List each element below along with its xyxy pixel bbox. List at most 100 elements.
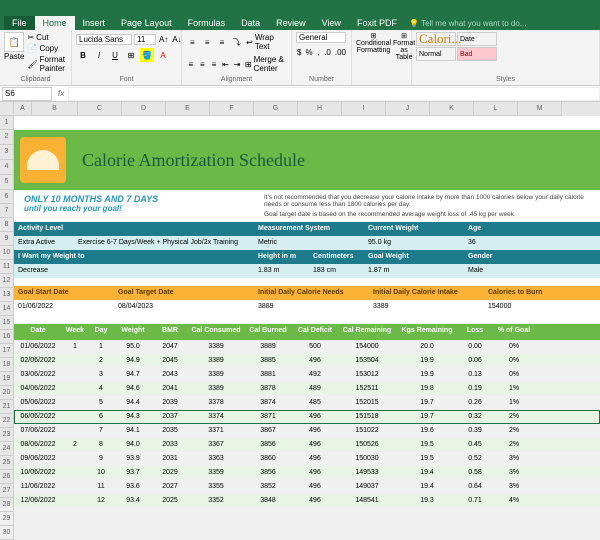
cell[interactable]: 19.7 xyxy=(396,396,458,409)
col-header-M[interactable]: M xyxy=(518,102,562,116)
cell[interactable]: 3359 xyxy=(188,466,244,479)
italic-button[interactable]: I xyxy=(92,48,106,62)
col-header-I[interactable]: I xyxy=(342,102,386,116)
row-header-19[interactable]: 19 xyxy=(0,372,14,386)
tell-me[interactable]: 💡 Tell me what you want to do... xyxy=(405,17,530,30)
goal-target-v[interactable]: 08/04/2023 xyxy=(114,300,254,314)
cell[interactable]: 01/06/2022 xyxy=(14,340,62,353)
cell[interactable]: 94.1 xyxy=(114,424,152,437)
cell[interactable]: 2031 xyxy=(152,452,188,465)
tab-view[interactable]: View xyxy=(314,16,349,30)
cell[interactable]: 19.6 xyxy=(396,424,458,437)
row-header-16[interactable]: 16 xyxy=(0,330,14,344)
cell[interactable] xyxy=(62,494,88,507)
row-header-30[interactable]: 30 xyxy=(0,526,14,540)
row-header-14[interactable]: 14 xyxy=(0,302,14,316)
cell[interactable]: 0.52 xyxy=(458,452,492,465)
cell[interactable]: 152015 xyxy=(338,396,396,409)
col-header-H[interactable]: H xyxy=(298,102,342,116)
cell[interactable]: 151518 xyxy=(338,410,396,423)
cell[interactable] xyxy=(62,382,88,395)
cell[interactable]: 1% xyxy=(492,396,536,409)
cell[interactable]: 19.8 xyxy=(396,382,458,395)
cell[interactable]: 3374 xyxy=(188,410,244,423)
cell[interactable]: 485 xyxy=(292,396,338,409)
cell[interactable]: 153504 xyxy=(338,354,396,367)
cell[interactable]: 09/06/2022 xyxy=(14,452,62,465)
copy-button[interactable]: 📄 Copy xyxy=(26,43,67,54)
cell[interactable]: 19.7 xyxy=(396,410,458,423)
cell[interactable] xyxy=(62,466,88,479)
row-header-28[interactable]: 28 xyxy=(0,498,14,512)
gender-v[interactable]: Male xyxy=(464,264,487,278)
row-header-7[interactable]: 7 xyxy=(0,204,14,218)
cell[interactable]: 19.4 xyxy=(396,480,458,493)
current-weight-v[interactable]: 95.0 kg xyxy=(364,236,464,250)
format-painter-button[interactable]: 🖌 Format Painter xyxy=(26,54,67,74)
cell[interactable]: 0.13 xyxy=(458,368,492,381)
col-header-D[interactable]: D xyxy=(122,102,166,116)
cell[interactable]: 2035 xyxy=(152,424,188,437)
cell[interactable] xyxy=(62,396,88,409)
row-header-25[interactable]: 25 xyxy=(0,456,14,470)
cell[interactable]: 0.39 xyxy=(458,424,492,437)
cell[interactable]: 2027 xyxy=(152,480,188,493)
data-row[interactable]: 11/06/20221193.620273355385249614903719.… xyxy=(14,480,600,494)
col-header-G[interactable]: G xyxy=(254,102,298,116)
cell[interactable]: 1 xyxy=(62,340,88,353)
row-header-11[interactable]: 11 xyxy=(0,260,14,274)
cell[interactable]: 19.3 xyxy=(396,494,458,507)
cal-needs-v[interactable]: 3889 xyxy=(254,300,369,314)
cell[interactable]: 5 xyxy=(88,396,114,409)
cell[interactable]: 11/06/2022 xyxy=(14,480,62,493)
data-row[interactable]: 08/06/20222894.020333367385649615052619.… xyxy=(14,438,600,452)
row-header-24[interactable]: 24 xyxy=(0,442,14,456)
cell[interactable]: 2025 xyxy=(152,494,188,507)
cell[interactable]: 12 xyxy=(88,494,114,507)
tab-data[interactable]: Data xyxy=(233,16,268,30)
comma-button[interactable]: , xyxy=(316,45,322,59)
cell[interactable]: 154000 xyxy=(338,340,396,353)
cell[interactable]: 3852 xyxy=(244,480,292,493)
cell[interactable]: 3389 xyxy=(188,368,244,381)
cell[interactable] xyxy=(62,452,88,465)
row-header-9[interactable]: 9 xyxy=(0,232,14,246)
cell[interactable]: 0.00 xyxy=(458,340,492,353)
col-header-L[interactable]: L xyxy=(474,102,518,116)
goal-start-v[interactable]: 01/06/2022 xyxy=(14,300,114,314)
name-box[interactable] xyxy=(2,87,52,101)
data-row[interactable]: 09/06/2022993.920313363386049615003019.5… xyxy=(14,452,600,466)
inc-decimal-button[interactable]: .0 xyxy=(323,45,332,59)
cell[interactable]: 06/06/2022 xyxy=(14,410,62,423)
cell[interactable]: 149037 xyxy=(338,480,396,493)
align-mid-button[interactable]: ≡ xyxy=(201,35,214,49)
row-header-1[interactable]: 1 xyxy=(0,116,14,130)
cell[interactable]: 496 xyxy=(292,410,338,423)
cell[interactable] xyxy=(62,410,88,423)
cell[interactable]: 19.9 xyxy=(396,354,458,367)
percent-button[interactable]: % xyxy=(304,45,313,59)
cell[interactable]: 3 xyxy=(88,368,114,381)
row-header-27[interactable]: 27 xyxy=(0,484,14,498)
cell[interactable]: 149533 xyxy=(338,466,396,479)
cell[interactable]: 3860 xyxy=(244,452,292,465)
fill-color-button[interactable]: 🪣 xyxy=(140,48,154,62)
cell[interactable]: 7 xyxy=(88,424,114,437)
cell[interactable]: 3363 xyxy=(188,452,244,465)
row-header-22[interactable]: 22 xyxy=(0,414,14,428)
data-row[interactable]: 01/06/20221195.020473389388950015400020.… xyxy=(14,340,600,354)
cell[interactable]: 8 xyxy=(88,438,114,451)
tab-foxit[interactable]: Foxit PDF xyxy=(349,16,405,30)
fx-icon[interactable]: fx xyxy=(54,89,68,98)
cal-burn-v[interactable]: 154000 xyxy=(484,300,515,314)
cell[interactable]: 496 xyxy=(292,354,338,367)
tab-home[interactable]: Home xyxy=(35,16,75,30)
font-size-select[interactable] xyxy=(134,34,156,45)
cell[interactable]: 496 xyxy=(292,466,338,479)
cell[interactable]: 08/06/2022 xyxy=(14,438,62,451)
goal-weight-v[interactable]: 1.87 m xyxy=(364,264,464,278)
cell[interactable]: 0.32 xyxy=(458,410,492,423)
cell[interactable]: 02/06/2022 xyxy=(14,354,62,367)
cell[interactable] xyxy=(62,368,88,381)
cell[interactable]: 496 xyxy=(292,438,338,451)
